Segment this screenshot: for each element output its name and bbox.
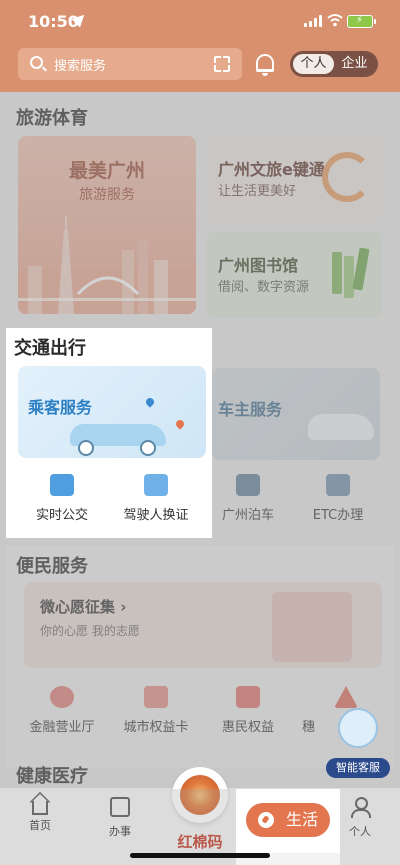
- etc-icon: [326, 474, 350, 496]
- card-title: 车主服务: [218, 400, 283, 419]
- service-label: ETC办理: [312, 508, 364, 523]
- main-content: 旅游体育 最美广州 旅游服务 广州文旅e键通 让生活更美好 广州图书馆 借阅、数…: [0, 92, 400, 788]
- service-label: 城市权益卡: [123, 720, 189, 735]
- finance-icon: [50, 686, 74, 708]
- nav-label: 办事: [109, 825, 131, 838]
- account-type-toggle[interactable]: 个人 企业: [290, 51, 378, 77]
- status-time: 10:50: [28, 12, 79, 31]
- nav-label: 生活: [285, 810, 318, 829]
- section-title-civil: 便民服务: [16, 556, 88, 577]
- nav-me[interactable]: 个人: [330, 797, 390, 839]
- battery-icon: ⚡: [347, 15, 376, 28]
- user-icon: [350, 797, 371, 818]
- home-icon: [32, 801, 48, 815]
- heart-icon: [272, 592, 352, 662]
- assistant-label: 智能客服: [326, 758, 390, 778]
- nav-life-button[interactable]: 生活: [246, 803, 330, 837]
- card-icon: [144, 686, 168, 708]
- nav-life-highlight: 生活: [236, 789, 340, 853]
- search-placeholder: 搜索服务: [54, 59, 107, 74]
- card-title: 广州图书馆: [218, 256, 299, 275]
- section-title-health: 健康医疗: [16, 766, 88, 787]
- nav-home[interactable]: 首页: [10, 797, 70, 833]
- smart-assistant[interactable]: 智能客服: [326, 708, 390, 780]
- card-subtitle: 借阅、数字资源: [218, 280, 310, 295]
- card-micro-wish[interactable]: 微心愿征集 › 你的心愿 我的志愿: [24, 582, 382, 668]
- service-city-card[interactable]: 城市权益卡: [106, 686, 206, 735]
- compass-icon: [258, 812, 274, 828]
- checklist-icon: [110, 797, 130, 817]
- nav-label: 首页: [29, 819, 51, 832]
- wifi-icon: [327, 14, 343, 27]
- section-title-traffic: 交通出行: [14, 338, 86, 359]
- nav-red-cotton-code[interactable]: [172, 767, 228, 823]
- map-pin-icon: [174, 418, 186, 430]
- service-label: 金融营业厅: [29, 720, 95, 735]
- bottom-nav: 首页 办事 红棉码 生活 个人: [0, 767, 400, 865]
- car-illustration: [308, 414, 374, 440]
- map-pin-icon: [144, 396, 156, 408]
- skyline-illustration: [18, 216, 196, 314]
- triangle-logo-icon: [334, 686, 358, 708]
- license-icon: [144, 474, 168, 496]
- service-label: 惠民权益: [221, 720, 274, 735]
- traffic-section: 交通出行 乘客服务 实时公交 驾驶人换证: [6, 328, 212, 538]
- section-title-tourism: 旅游体育: [16, 108, 88, 129]
- home-indicator: [130, 853, 270, 858]
- nav-label: 个人: [349, 825, 371, 838]
- card-subtitle: 旅游服务: [79, 187, 135, 203]
- bus-icon: [50, 474, 74, 496]
- card-subtitle: 你的心愿 我的志愿: [40, 624, 140, 638]
- signal-icon: [304, 15, 322, 27]
- car-illustration: [70, 424, 166, 456]
- service-label: 实时公交: [35, 508, 88, 523]
- culture-logo-icon: [322, 152, 372, 202]
- toggle-enterprise[interactable]: 企业: [334, 54, 375, 74]
- service-parking[interactable]: 广州泊车: [198, 474, 298, 523]
- service-label: 广州泊车: [221, 508, 274, 523]
- bell-icon[interactable]: [256, 54, 274, 76]
- nav-center-label: 红棉码: [177, 833, 223, 851]
- service-benefits[interactable]: 惠民权益: [198, 686, 298, 735]
- benefit-icon: [236, 686, 260, 708]
- card-passenger-service[interactable]: 乘客服务: [18, 366, 206, 458]
- card-library[interactable]: 广州图书馆 借阅、数字资源: [206, 232, 382, 318]
- service-driver-license[interactable]: 驾驶人换证: [106, 474, 206, 523]
- card-title: 微心愿征集 ›: [40, 598, 127, 616]
- service-etc[interactable]: ETC办理: [288, 474, 388, 523]
- card-culture-tourism[interactable]: 广州文旅e键通 让生活更美好: [206, 136, 382, 222]
- service-realtime-bus[interactable]: 实时公交: [12, 474, 112, 523]
- search-icon: [30, 56, 43, 69]
- toggle-personal[interactable]: 个人: [293, 54, 334, 74]
- nav-tasks[interactable]: 办事: [90, 797, 150, 839]
- card-title: 乘客服务: [28, 398, 93, 417]
- status-bar: 10:50 ⚡: [0, 0, 400, 44]
- scan-icon[interactable]: [212, 54, 232, 74]
- kapok-flower-icon: [180, 775, 220, 815]
- service-finance[interactable]: 金融营业厅: [12, 686, 112, 735]
- card-title: 最美广州: [68, 160, 145, 182]
- parking-car-icon: [236, 474, 260, 496]
- card-title: 广州文旅e键通: [218, 160, 325, 179]
- robot-avatar-icon: [338, 708, 378, 748]
- service-label: 驾驶人换证: [123, 508, 189, 523]
- card-subtitle: 让生活更美好: [218, 184, 297, 199]
- app-header: 10:50 ⚡ 搜索服务 个人 企业: [0, 0, 400, 92]
- search-bar[interactable]: 搜索服务: [18, 48, 242, 80]
- card-owner-service[interactable]: 车主服务: [212, 368, 380, 460]
- card-tourism-main[interactable]: 最美广州 旅游服务: [18, 136, 196, 314]
